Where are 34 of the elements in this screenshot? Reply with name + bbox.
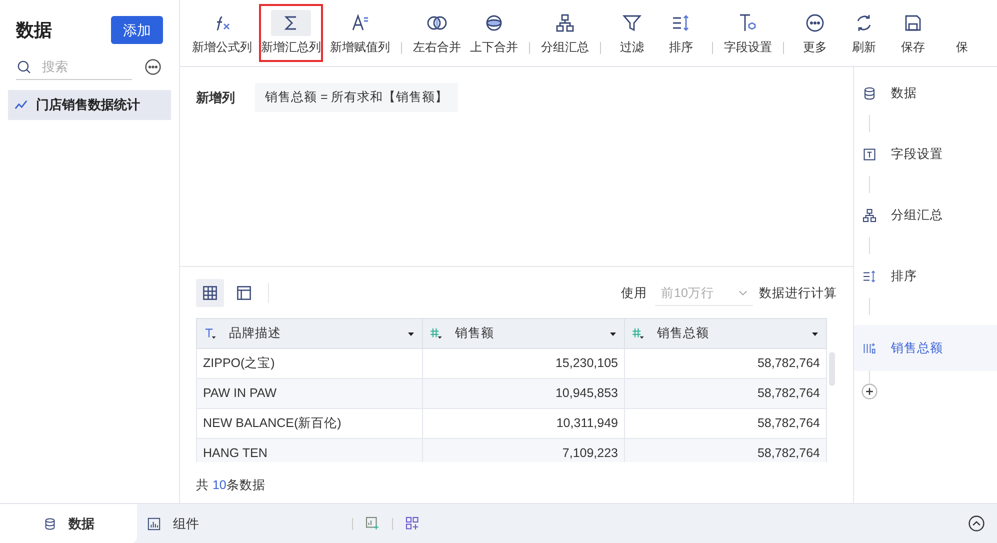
toolbar-button[interactable]: 新增汇总列 bbox=[259, 4, 323, 62]
sidebar-title: 数据 bbox=[16, 18, 52, 42]
toolbar-button[interactable]: 保 bbox=[940, 4, 984, 62]
column-label: 新增列 bbox=[196, 89, 235, 107]
toolbar-button[interactable]: 排序 bbox=[659, 4, 703, 62]
add-button[interactable]: 添加 bbox=[111, 16, 163, 44]
column-header[interactable]: 销售总额 bbox=[624, 318, 826, 348]
column-header[interactable]: 品牌描述 bbox=[196, 318, 422, 348]
use-label: 使用 bbox=[621, 284, 647, 302]
toolbar-button[interactable]: 更多 bbox=[793, 4, 837, 62]
row-limit-dropdown[interactable]: 前10万行 bbox=[655, 280, 753, 306]
toolbar-button[interactable]: 字段设置 bbox=[722, 4, 774, 62]
step-item[interactable]: 销售总额 bbox=[854, 325, 997, 371]
toolbar-button[interactable]: 过滤 bbox=[610, 4, 654, 62]
bottom-tab[interactable]: 组件 bbox=[137, 504, 272, 543]
search-field[interactable]: 搜索 bbox=[16, 54, 132, 80]
dataset-item[interactable]: 门店销售数据统计 bbox=[8, 90, 171, 120]
toolbar-button[interactable]: 保存 bbox=[891, 4, 935, 62]
toolbar-button[interactable]: 新增赋值列 bbox=[328, 4, 392, 62]
toolbar-button[interactable]: 左右合并 bbox=[411, 4, 463, 62]
table-cell: HANG TEN bbox=[196, 438, 422, 462]
calc-label: 数据进行计算 bbox=[759, 284, 837, 302]
row-count-text: 共 10条数据 bbox=[196, 477, 266, 494]
step-item[interactable]: 排序 bbox=[854, 264, 997, 288]
toolbar-button[interactable]: 刷新 bbox=[842, 4, 886, 62]
toolbar-button[interactable]: 分组汇总 bbox=[539, 4, 591, 62]
bottom-tab[interactable]: 数据 bbox=[0, 504, 137, 543]
step-item[interactable]: 分组汇总 bbox=[854, 203, 997, 227]
toolbar-button[interactable]: 新增公式列 bbox=[190, 4, 254, 62]
step-item[interactable]: 字段设置 bbox=[854, 142, 997, 166]
step-item[interactable]: 数据 bbox=[854, 81, 997, 105]
toolbar-button[interactable]: 上下合并 bbox=[468, 4, 520, 62]
formula-chip: 销售总额 = 所有求和【销售额】 bbox=[255, 83, 458, 112]
column-header[interactable]: 销售额 bbox=[422, 318, 624, 348]
